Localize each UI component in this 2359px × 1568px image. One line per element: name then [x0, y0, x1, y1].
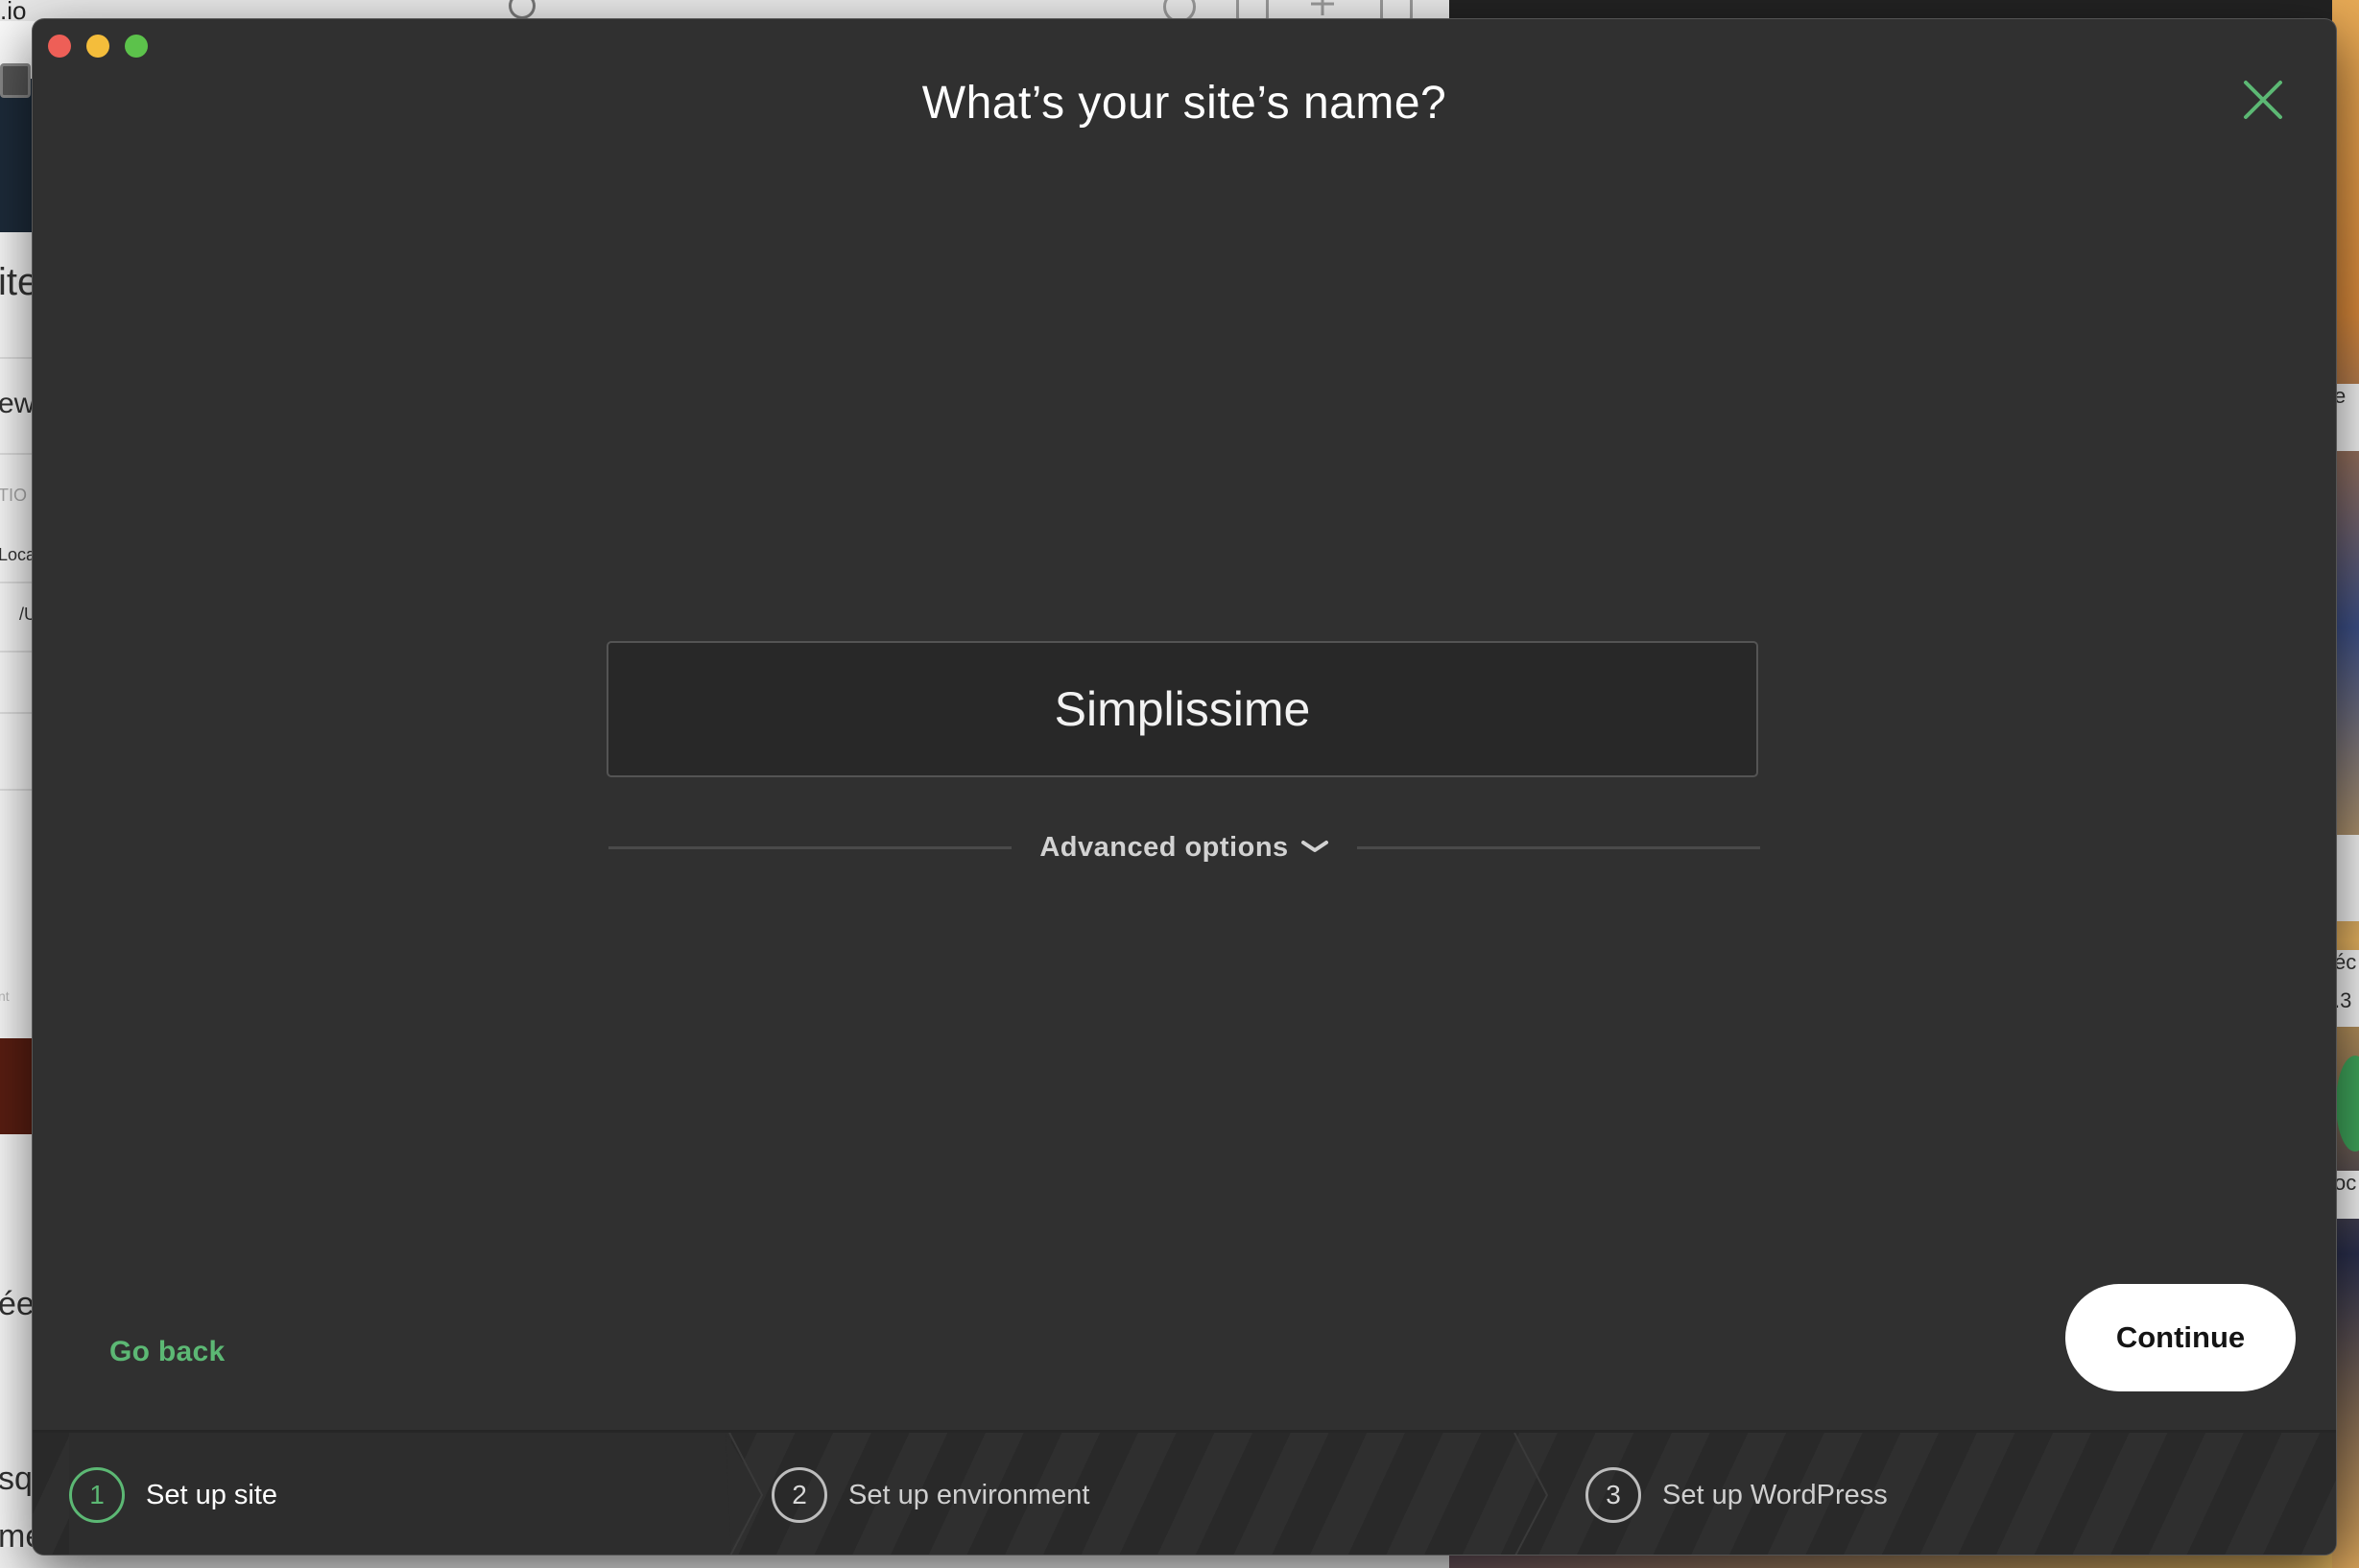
divider: [608, 846, 1012, 849]
chevron-down-icon: [1300, 841, 1328, 852]
setup-stepper: 1 Set up site 2 Set up environment 3 Set…: [33, 1430, 2336, 1555]
background-text: ée: [0, 1286, 35, 1322]
advanced-options-label: Advanced options: [1039, 831, 1289, 863]
step-number: 1: [69, 1467, 125, 1523]
advanced-options-row: Advanced options: [608, 823, 1760, 871]
background-text: e: [2334, 384, 2359, 451]
step-number: 3: [1585, 1467, 1641, 1523]
step-label: Set up environment: [848, 1479, 1090, 1510]
page-title: What’s your site’s name?: [921, 78, 1447, 129]
step-set-up-wordpress: 3 Set up WordPress: [1585, 1433, 1888, 1555]
step-label: Set up WordPress: [1662, 1479, 1888, 1510]
step-set-up-environment: 2 Set up environment: [772, 1433, 1089, 1555]
background-right-edge: e éc .3 oc: [2332, 0, 2359, 1568]
window-minimize-dot[interactable]: [86, 35, 109, 58]
background-text: éc: [2334, 950, 2359, 988]
advanced-options-toggle[interactable]: Advanced options: [1021, 823, 1347, 871]
step-set-up-site: 1 Set up site: [69, 1433, 731, 1555]
step-label: Set up site: [146, 1479, 278, 1510]
step-number: 2: [772, 1467, 827, 1523]
reload-icon: [509, 0, 536, 19]
step-separator-icon: [1513, 1433, 1549, 1555]
background-badge: [2336, 1056, 2359, 1152]
background-text: Loca: [0, 545, 36, 564]
step-separator-icon: [726, 1433, 764, 1555]
background-text: ew: [0, 388, 36, 419]
background-text: nt: [0, 988, 10, 1004]
new-tab-icon: [1309, 0, 1336, 17]
close-button[interactable]: [2236, 73, 2290, 127]
background-text: TIO: [0, 486, 27, 505]
background-text: .3: [2334, 988, 2359, 1027]
window-close-dot[interactable]: [48, 35, 71, 58]
new-site-modal: What’s your site’s name? Advanced option…: [33, 19, 2336, 1555]
divider: [1357, 846, 1760, 849]
linkedin-icon: [0, 63, 31, 98]
close-icon: [2244, 81, 2282, 119]
go-back-link[interactable]: Go back: [109, 1336, 225, 1368]
background-text: oc: [2334, 1171, 2359, 1219]
window-zoom-dot[interactable]: [125, 35, 148, 58]
site-name-input[interactable]: [607, 641, 1758, 777]
continue-button[interactable]: Continue: [2065, 1284, 2296, 1391]
